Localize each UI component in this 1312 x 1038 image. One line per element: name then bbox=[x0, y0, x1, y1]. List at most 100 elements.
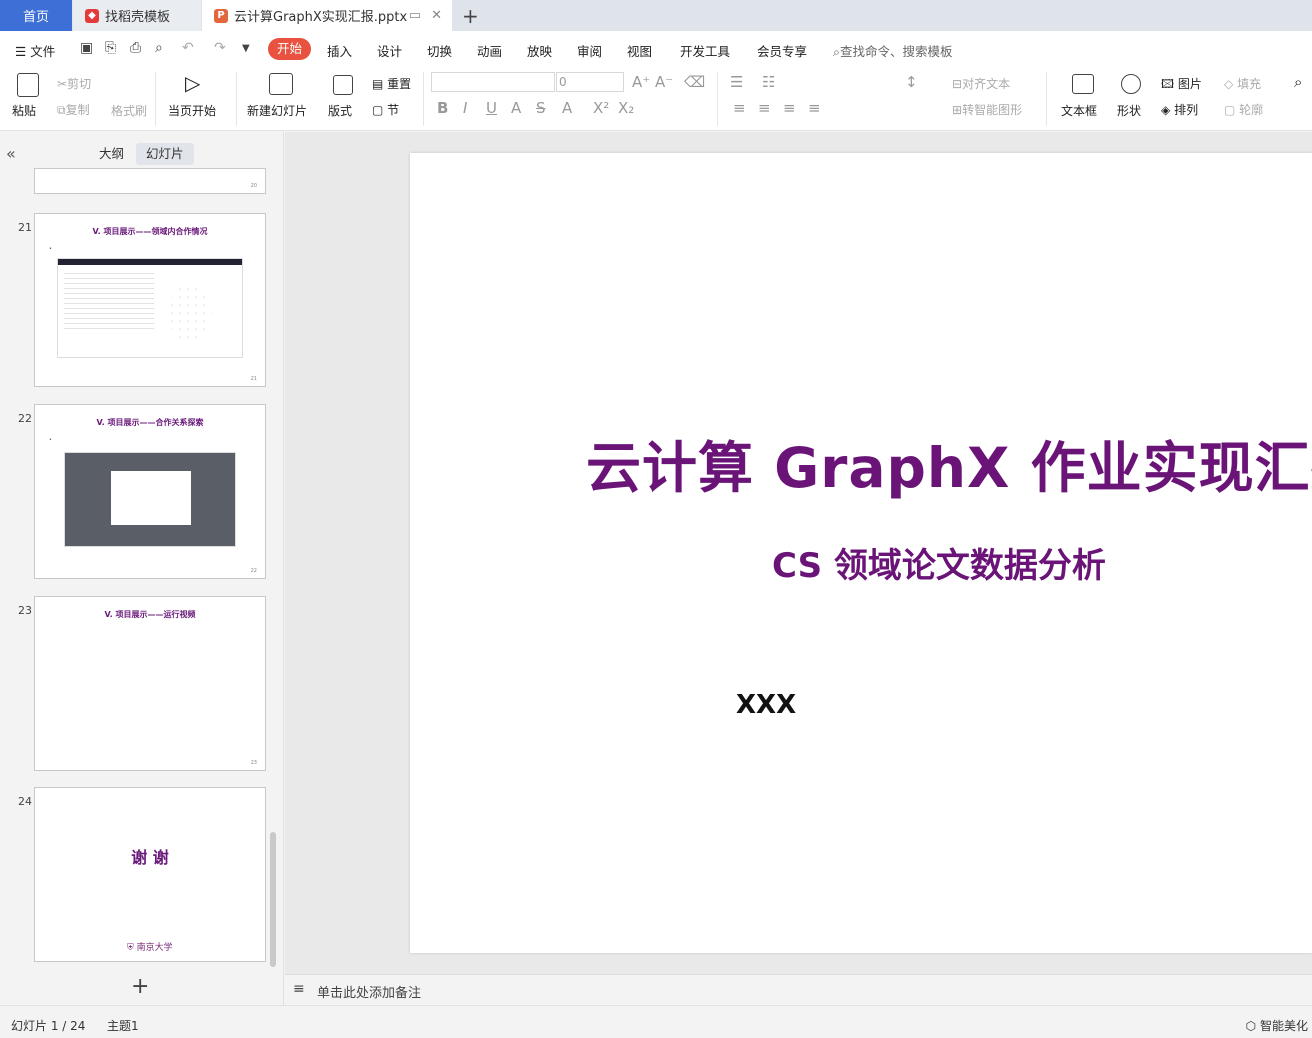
tab-review[interactable]: 审阅 bbox=[577, 41, 602, 60]
outline-icon: ▢ bbox=[1224, 103, 1236, 117]
cut-label: 剪切 bbox=[67, 77, 92, 91]
font-size-select[interactable]: 0 bbox=[556, 72, 624, 92]
superscript-icon[interactable]: X² bbox=[593, 99, 609, 117]
copy-label: 复制 bbox=[65, 103, 90, 117]
text-direction-icon[interactable]: ↕ bbox=[905, 73, 918, 91]
tab-home-label: 首页 bbox=[22, 10, 49, 25]
tab-design[interactable]: 设计 bbox=[377, 41, 402, 60]
tab-start[interactable]: 开始 bbox=[268, 38, 311, 60]
picture-button[interactable]: 🖾 图片 bbox=[1161, 75, 1202, 96]
arrange-label: 排列 bbox=[1174, 103, 1199, 117]
shape-icon bbox=[1121, 74, 1141, 94]
fill-button[interactable]: ◇ 填充 bbox=[1224, 75, 1261, 92]
thumbnail-screenshot bbox=[64, 452, 236, 547]
tab-devtools[interactable]: 开发工具 bbox=[680, 41, 730, 60]
tab-home[interactable]: 首页 bbox=[0, 0, 72, 31]
reset-button[interactable]: ▤ 重置 bbox=[372, 75, 411, 92]
scissors-icon: ✂ bbox=[57, 77, 68, 91]
tab-template-label: 找稻壳模板 bbox=[105, 10, 171, 25]
tab-transition[interactable]: 切换 bbox=[427, 41, 452, 60]
strikethrough-icon[interactable]: S bbox=[536, 99, 546, 117]
bold-icon[interactable]: B bbox=[437, 99, 448, 117]
textbox-button[interactable]: 文本框 bbox=[1061, 102, 1097, 119]
grow-font-icon[interactable]: A⁺ bbox=[632, 73, 650, 91]
university-name: 南京大学 bbox=[136, 943, 173, 953]
from-current-button[interactable]: 当页开始 bbox=[168, 102, 216, 119]
outline-label: 轮廓 bbox=[1239, 103, 1264, 117]
pin-icon[interactable]: ▭ bbox=[409, 8, 421, 23]
panel-scrollbar[interactable] bbox=[270, 832, 276, 967]
tab-outline[interactable]: 大纲 bbox=[89, 143, 134, 165]
clear-format-icon[interactable]: ⌫ bbox=[684, 73, 705, 91]
align-left-icon[interactable]: ≡ bbox=[733, 99, 746, 117]
docer-logo-icon: ◆ bbox=[85, 8, 99, 23]
justify-icon[interactable]: ≡ bbox=[808, 99, 821, 117]
font-color-icon[interactable]: A bbox=[562, 99, 572, 117]
collapse-panel-icon[interactable]: « bbox=[6, 144, 16, 163]
notes-area[interactable]: ≡ 单击此处添加备注 bbox=[285, 974, 1312, 1005]
tab-document[interactable]: P 云计算GraphX实现汇报.pptx ▭ ✕ bbox=[202, 0, 452, 31]
slide-author[interactable]: XXX bbox=[736, 690, 796, 720]
shadow-icon[interactable]: A bbox=[511, 99, 521, 117]
slide-thumbnail-22[interactable]: V. 项目展示——合作关系探索 • 22 bbox=[34, 404, 266, 579]
cut-button[interactable]: ✂剪切 bbox=[57, 75, 91, 92]
undo-icon[interactable]: ↶ bbox=[182, 40, 194, 56]
slide-thumbnail-24[interactable]: 谢 谢 ⛨ 南京大学 bbox=[34, 787, 266, 962]
slide-counter: 幻灯片 1 / 24 bbox=[11, 1019, 86, 1033]
search-icon[interactable]: ⌕ bbox=[1294, 73, 1302, 91]
underline-icon[interactable]: U bbox=[486, 99, 497, 117]
align-center-icon[interactable]: ≡ bbox=[758, 99, 771, 117]
slide-subtitle[interactable]: CS 领域论文数据分析 bbox=[772, 538, 1106, 587]
thumbnail-title: V. 项目展示——领域内合作情况 bbox=[92, 227, 208, 236]
outline-button[interactable]: ▢ 轮廓 bbox=[1224, 101, 1263, 118]
current-slide[interactable]: 云计算 GraphX 作业实现汇报 CS 领域论文数据分析 XXX bbox=[410, 153, 1312, 953]
tab-insert[interactable]: 插入 bbox=[327, 41, 352, 60]
hamburger-icon: ☰ bbox=[15, 44, 27, 59]
theme-name[interactable]: 主题1 bbox=[107, 1017, 139, 1034]
copy-icon: ⧉ bbox=[57, 103, 66, 117]
align-right-icon[interactable]: ≡ bbox=[783, 99, 796, 117]
arrange-button[interactable]: ◈ 排列 bbox=[1161, 101, 1198, 118]
save-icon[interactable]: ▣ bbox=[80, 40, 93, 56]
file-menu[interactable]: ☰ 文件 bbox=[15, 41, 55, 60]
command-search[interactable]: ⌕查找命令、搜索模板 bbox=[833, 41, 953, 60]
section-button[interactable]: ▢ 节 bbox=[372, 101, 399, 118]
textbox-icon bbox=[1072, 74, 1094, 94]
beautify-button[interactable]: ⬡ 智能美化 bbox=[1246, 1017, 1308, 1034]
shape-button[interactable]: 形状 bbox=[1117, 102, 1141, 119]
thumbnail-page-number: 22 bbox=[250, 568, 257, 574]
tab-view[interactable]: 视图 bbox=[627, 41, 652, 60]
new-slide-button[interactable]: 新建幻灯片 bbox=[247, 102, 307, 119]
close-icon[interactable]: ✕ bbox=[431, 8, 442, 23]
copy-button[interactable]: ⧉复制 bbox=[57, 101, 90, 118]
export-icon[interactable]: ⎘ bbox=[105, 40, 116, 56]
bullet-list-icon[interactable]: ☰ bbox=[730, 73, 743, 91]
tab-animation[interactable]: 动画 bbox=[477, 41, 502, 60]
format-painter-button[interactable]: 格式刷 bbox=[111, 102, 147, 119]
chevron-down-icon[interactable]: ▼ bbox=[242, 43, 250, 54]
divider bbox=[155, 72, 156, 126]
numbered-list-icon[interactable]: ☷ bbox=[762, 73, 775, 91]
print-icon[interactable]: ⎙ bbox=[130, 40, 141, 56]
layout-button[interactable]: 版式 bbox=[328, 102, 352, 119]
align-text-button[interactable]: ⊟对齐文本 bbox=[952, 75, 1010, 92]
slide-title[interactable]: 云计算 GraphX 作业实现汇报 bbox=[586, 423, 1312, 503]
preview-icon[interactable]: ⌕ bbox=[155, 40, 163, 56]
tab-slides[interactable]: 幻灯片 bbox=[136, 143, 194, 165]
tab-member[interactable]: 会员专享 bbox=[757, 41, 807, 60]
font-family-select[interactable] bbox=[431, 72, 555, 92]
paste-button[interactable]: 粘贴 bbox=[12, 102, 36, 119]
italic-icon[interactable]: I bbox=[463, 99, 467, 117]
slide-thumbnail-20[interactable]: 20 bbox=[34, 168, 266, 194]
tab-template[interactable]: ◆ 找稻壳模板 bbox=[73, 0, 201, 31]
slide-thumbnail-21[interactable]: V. 项目展示——领域内合作情况 • 21 bbox=[34, 213, 266, 387]
redo-icon[interactable]: ↷ bbox=[214, 40, 226, 56]
shrink-font-icon[interactable]: A⁻ bbox=[655, 73, 673, 91]
notes-placeholder: 单击此处添加备注 bbox=[317, 986, 422, 1001]
slide-thumbnail-23[interactable]: V. 项目展示——运行视频 23 bbox=[34, 596, 266, 771]
smartart-button[interactable]: ⊞转智能图形 bbox=[952, 101, 1022, 118]
subscript-icon[interactable]: X₂ bbox=[618, 99, 634, 117]
tab-slideshow[interactable]: 放映 bbox=[527, 41, 552, 60]
new-tab-button[interactable]: + bbox=[462, 4, 479, 28]
add-slide-button[interactable]: + bbox=[131, 974, 149, 999]
